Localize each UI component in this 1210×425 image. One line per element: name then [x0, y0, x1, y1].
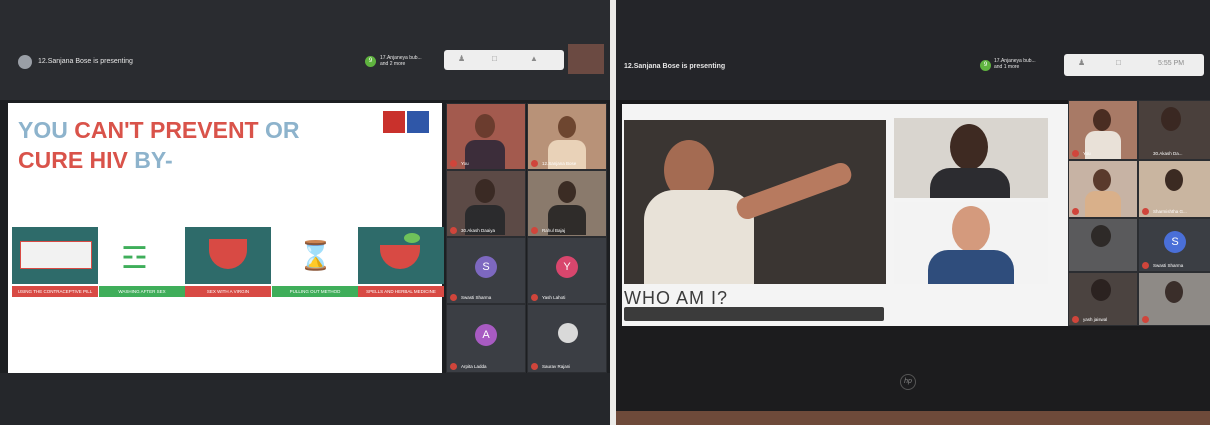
card-virgin — [185, 227, 271, 284]
mic-off-icon — [1142, 262, 1149, 269]
chat-icon[interactable]: □ — [492, 54, 497, 63]
card-contraceptive-pill — [12, 227, 98, 284]
caption-2: WASHING AFTER SEX — [99, 286, 185, 297]
mic-off-icon — [1072, 208, 1079, 215]
mic-off-icon — [531, 294, 538, 301]
red-ribbon-logo — [407, 111, 429, 133]
mic-off-icon — [531, 160, 538, 167]
caption-3: SEX WITH A VIRGIN — [185, 286, 271, 297]
slide-title: YOU CAN'T PREVENT OR CURE HIV BY- — [18, 117, 300, 173]
caption-1: USING THE CONTRACEPTIVE PILL — [12, 286, 98, 297]
participant-tile[interactable]: You — [1068, 100, 1138, 160]
participant-tile[interactable]: 12.Sanjana Bose — [527, 103, 607, 170]
participant-tile[interactable]: yash jaiswal — [1068, 272, 1138, 326]
photo-man-smiling — [894, 202, 1048, 284]
meeting-controls[interactable]: ♟ □ 5:55 PM — [1064, 54, 1204, 76]
participant-tile[interactable]: Y Yash Lahoti — [527, 237, 607, 304]
right-meeting-screen: 12.Sanjana Bose is presenting 9 17.Anjan… — [616, 0, 1210, 425]
other-presenters[interactable]: 17.Anjaneya bub... and 1 more — [994, 58, 1036, 70]
participant-tile[interactable]: Saurav Rajani — [527, 304, 607, 373]
caption-4: PULLING OUT METHOD — [272, 286, 358, 297]
participant-tile[interactable]: A Arpita Ladda — [446, 304, 526, 373]
mic-off-icon — [450, 227, 457, 234]
participant-tile[interactable]: Rahul Bajaj — [527, 170, 607, 237]
self-view-thumbnail — [568, 44, 604, 74]
participant-avatar: S — [475, 256, 497, 279]
mortar-icon — [380, 245, 420, 269]
photo-singer — [624, 120, 886, 284]
participant-tile[interactable]: 30.Akash Daaiya — [446, 170, 526, 237]
people-icon[interactable]: ♟ — [1078, 58, 1085, 67]
hourglass-icon: ⌛ — [298, 240, 333, 271]
meet-top-bar: 12.Sanjana Bose is presenting 9 17.Anjan… — [0, 0, 610, 100]
shared-slide: WHO AM I? — [622, 104, 1068, 326]
card-herbal — [358, 227, 444, 284]
other-presenters[interactable]: 17.Anjaneya bub... and 2 more — [380, 55, 422, 67]
participant-tile[interactable] — [1068, 218, 1138, 272]
mic-off-icon — [1072, 316, 1079, 323]
participant-tile[interactable]: S Swasti Sharma — [446, 237, 526, 304]
activities-icon[interactable]: ▲ — [530, 54, 538, 63]
brand-logo: hp — [900, 374, 916, 390]
photo-man-suit — [894, 118, 1048, 198]
mic-off-icon — [450, 160, 457, 167]
presenting-label: 12.Sanjana Bose is presenting — [624, 63, 726, 70]
mic-off-icon — [1072, 150, 1079, 157]
presenter-avatar — [18, 55, 32, 69]
participant-avatar: A — [475, 324, 497, 347]
participant-tile[interactable]: S Swasti Sharma — [1138, 218, 1210, 272]
clock: 5:55 PM — [1158, 60, 1185, 67]
meet-top-bar: 12.Sanjana Bose is presenting 9 17.Anjan… — [616, 0, 1210, 100]
participant-tile[interactable]: You — [446, 103, 526, 170]
slide-presenter-toolbar[interactable] — [624, 307, 884, 321]
chat-icon[interactable]: □ — [1116, 58, 1121, 67]
mic-off-icon — [531, 363, 538, 370]
mic-off-icon — [450, 363, 457, 370]
mic-off-icon — [1142, 208, 1149, 215]
participant-tile[interactable] — [1068, 160, 1138, 218]
card-pulling-out: ⌛ — [272, 227, 358, 284]
participant-badge[interactable]: 9 — [365, 56, 376, 67]
leaf-icon — [404, 233, 420, 243]
mic-off-icon — [450, 294, 457, 301]
people-icon[interactable]: ♟ — [458, 54, 465, 63]
left-meeting-screen: 12.Sanjana Bose is presenting 9 17.Anjan… — [0, 0, 610, 425]
participant-tile[interactable] — [1138, 272, 1210, 326]
mic-off-icon — [531, 227, 538, 234]
participant-avatar: S — [1164, 231, 1186, 254]
school-logo — [383, 111, 405, 133]
participant-avatar: Y — [556, 256, 578, 279]
presenting-label: 12.Sanjana Bose is presenting — [38, 58, 133, 65]
tap-icon: ☲ — [121, 242, 148, 275]
pill-icon — [20, 241, 92, 269]
laptop-bezel: hp — [616, 330, 1210, 425]
slide-question: WHO AM I? — [624, 288, 729, 308]
card-washing: ☲ — [99, 227, 185, 284]
participant-tile[interactable]: 30.Akash Da... — [1138, 100, 1210, 160]
participant-tile[interactable]: Sharmishtha G... — [1138, 160, 1210, 218]
caption-5: SPELLS AND HERBAL MEDICINE — [358, 286, 444, 297]
bottom-toolbar-area — [0, 373, 610, 425]
participant-avatar — [558, 323, 578, 343]
table-edge — [616, 411, 1210, 425]
meeting-controls[interactable]: ♟ □ ▲ — [444, 50, 564, 70]
mic-off-icon — [1142, 316, 1149, 323]
lips-icon — [209, 239, 247, 269]
participant-badge[interactable]: 9 — [980, 60, 991, 71]
